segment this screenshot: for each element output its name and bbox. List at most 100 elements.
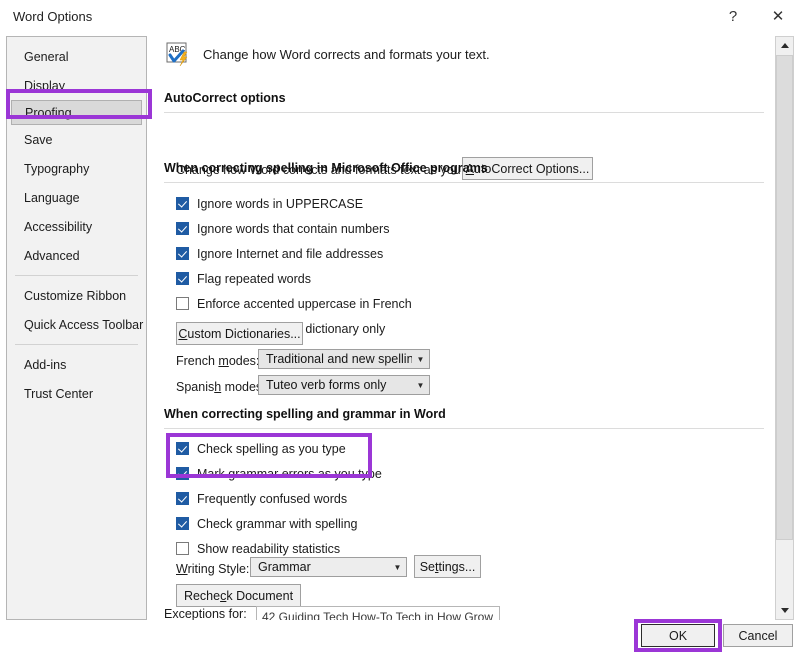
exceptions-row-clipped: Exceptions for: 42 Guiding Tech How-To T… <box>156 604 772 620</box>
section-title-word-grammar: When correcting spelling and grammar in … <box>164 407 446 421</box>
proofing-pane: ABC Change how Word corrects and formats… <box>156 36 772 620</box>
spanish-modes-select[interactable]: Tuteo verb forms only ▼ <box>258 375 430 395</box>
checkbox-icon[interactable] <box>176 197 189 210</box>
checkbox-icon[interactable] <box>176 442 189 455</box>
exceptions-value: 42 Guiding Tech How-To Tech in How Grow <box>262 610 493 620</box>
grammar-settings-button[interactable]: Settings... <box>414 555 481 578</box>
help-button[interactable]: ? <box>718 4 748 29</box>
recheck-document-button-label: Recheck Document <box>184 589 293 603</box>
sidebar-item-trust-center[interactable]: Trust Center <box>7 379 146 408</box>
exceptions-label: Exceptions for: <box>164 607 247 620</box>
chevron-down-icon: ▼ <box>389 563 406 572</box>
checkbox-icon[interactable] <box>176 222 189 235</box>
options-sidebar[interactable]: General Display Proofing Save Typography Lang… <box>6 36 147 620</box>
sidebar-item-label: Quick Access Toolbar <box>24 318 143 332</box>
sidebar-item-label: Save <box>24 133 53 147</box>
sidebar-item-label: Language <box>24 191 80 205</box>
cancel-button-label: Cancel <box>739 629 778 643</box>
close-button[interactable]: ✕ <box>763 4 793 29</box>
section-title-autocorrect: AutoCorrect options <box>164 91 286 105</box>
word-grammar-checkbox-4[interactable]: Show readability statistics <box>176 540 340 557</box>
scroll-down-button[interactable] <box>776 602 793 619</box>
spanish-modes-label: Spanish modes: <box>176 380 266 394</box>
scroll-up-button[interactable] <box>776 37 793 54</box>
custom-dictionaries-button-label: Custom Dictionaries... <box>178 327 300 341</box>
down-arrow-icon <box>781 608 789 613</box>
vertical-scrollbar[interactable] <box>775 36 794 620</box>
checkbox-label: Frequently confused words <box>197 492 347 506</box>
word-grammar-checkbox-0[interactable]: Check spelling as you type <box>176 440 346 457</box>
cancel-button[interactable]: Cancel <box>723 624 793 647</box>
ok-button-label: OK <box>669 629 687 643</box>
sidebar-item-label: Trust Center <box>24 387 93 401</box>
grammar-settings-button-label: Settings... <box>420 560 476 574</box>
checkbox-icon[interactable] <box>176 517 189 530</box>
sidebar-item-proofing[interactable]: Proofing <box>11 100 142 125</box>
checkbox-label: Show readability statistics <box>197 542 340 556</box>
word-grammar-checkbox-1[interactable]: Mark grammar errors as you type <box>176 465 382 482</box>
ok-button[interactable]: OK <box>641 624 715 647</box>
checkbox-icon[interactable] <box>176 492 189 505</box>
french-modes-select[interactable]: Traditional and new spellings ▼ <box>258 349 430 369</box>
section-title-office-spelling: When correcting spelling in Microsoft Of… <box>164 161 488 175</box>
sidebar-divider <box>15 344 138 345</box>
office-spelling-checkbox-2[interactable]: Ignore Internet and file addresses <box>176 245 383 262</box>
sidebar-item-label: Advanced <box>24 249 80 263</box>
custom-dictionaries-button[interactable]: Custom Dictionaries... <box>176 322 303 345</box>
sidebar-item-label: Typography <box>24 162 89 176</box>
office-spelling-checkbox-0[interactable]: Ignore words in UPPERCASE <box>176 195 363 212</box>
sidebar-item-general[interactable]: General <box>7 42 146 71</box>
writing-style-value: Grammar <box>251 560 389 574</box>
office-spelling-checkbox-4[interactable]: Enforce accented uppercase in French <box>176 295 412 312</box>
sidebar-item-label: Proofing <box>25 106 72 120</box>
close-icon: ✕ <box>772 9 785 24</box>
up-arrow-icon <box>781 43 789 48</box>
checkbox-label: Enforce accented uppercase in French <box>197 297 412 311</box>
chevron-down-icon: ▼ <box>412 381 429 390</box>
sidebar-item-add-ins[interactable]: Add-ins <box>7 350 146 379</box>
scrollbar-thumb[interactable] <box>776 55 793 540</box>
exceptions-select[interactable]: 42 Guiding Tech How-To Tech in How Grow <box>256 606 500 620</box>
checkbox-label: Check spelling as you type <box>197 442 346 456</box>
section-divider-word-grammar <box>164 428 764 429</box>
writing-style-label: Writing Style: <box>176 562 249 576</box>
sidebar-item-typography[interactable]: Typography <box>7 154 146 183</box>
checkbox-label: Ignore Internet and file addresses <box>197 247 383 261</box>
writing-style-select[interactable]: Grammar ▼ <box>250 557 407 577</box>
checkbox-label: Check grammar with spelling <box>197 517 357 531</box>
title-bar: Word Options ? ✕ <box>0 0 800 33</box>
sidebar-item-quick-access-toolbar[interactable]: Quick Access Toolbar <box>7 310 146 339</box>
window-title: Word Options <box>13 9 92 24</box>
sidebar-item-display[interactable]: Display <box>7 71 146 100</box>
word-grammar-checkbox-2[interactable]: Frequently confused words <box>176 490 347 507</box>
word-grammar-checkbox-3[interactable]: Check grammar with spelling <box>176 515 357 532</box>
office-spelling-checkbox-1[interactable]: Ignore words that contain numbers <box>176 220 389 237</box>
checkbox-label: Flag repeated words <box>197 272 311 286</box>
sidebar-item-save[interactable]: Save <box>7 125 146 154</box>
sidebar-item-label: Customize Ribbon <box>24 289 126 303</box>
pane-header-text: Change how Word corrects and formats you… <box>203 47 490 62</box>
sidebar-item-label: Accessibility <box>24 220 92 234</box>
section-divider-autocorrect <box>164 112 764 113</box>
sidebar-divider <box>15 275 138 276</box>
checkbox-icon[interactable] <box>176 247 189 260</box>
office-spelling-checkbox-3[interactable]: Flag repeated words <box>176 270 311 287</box>
abc-spellcheck-icon: ABC <box>164 40 192 68</box>
sidebar-item-label: Add-ins <box>24 358 66 372</box>
checkbox-label: Ignore words that contain numbers <box>197 222 389 236</box>
section-divider-office-spelling <box>164 182 764 183</box>
checkbox-label: Ignore words in UPPERCASE <box>197 197 363 211</box>
french-modes-label: French modes: <box>176 354 259 368</box>
french-modes-value: Traditional and new spellings <box>259 352 412 366</box>
sidebar-item-label: Display <box>24 79 65 93</box>
sidebar-item-label: General <box>24 50 68 64</box>
checkbox-icon[interactable] <box>176 297 189 310</box>
checkbox-icon[interactable] <box>176 272 189 285</box>
sidebar-item-customize-ribbon[interactable]: Customize Ribbon <box>7 281 146 310</box>
sidebar-item-advanced[interactable]: Advanced <box>7 241 146 270</box>
checkbox-icon[interactable] <box>176 467 189 480</box>
question-mark-icon: ? <box>729 9 737 24</box>
sidebar-item-accessibility[interactable]: Accessibility <box>7 212 146 241</box>
sidebar-item-language[interactable]: Language <box>7 183 146 212</box>
checkbox-icon[interactable] <box>176 542 189 555</box>
